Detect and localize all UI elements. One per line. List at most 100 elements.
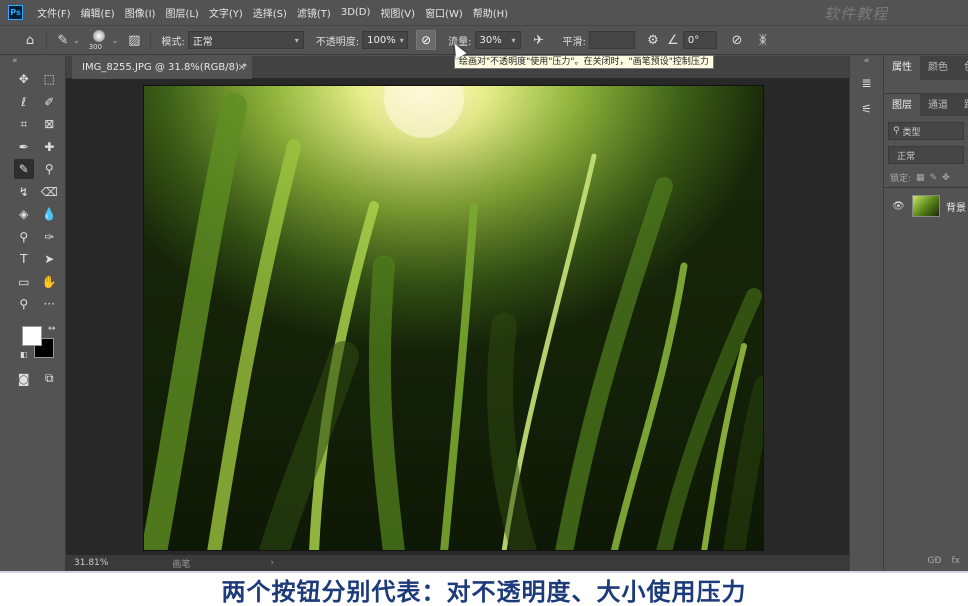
angle-input[interactable]: 0° (682, 31, 717, 49)
layer-thumbnail (912, 195, 940, 217)
subtitle-bar: 两个按钮分别代表：对不透明度、大小使用压力 (0, 571, 968, 606)
history-brush-tool-icon[interactable]: ↯ (14, 182, 34, 202)
rectangle-tool-icon[interactable]: ▭ (14, 272, 34, 292)
quick-select-tool-icon[interactable]: ✐ (40, 92, 60, 112)
type-tool-icon[interactable]: T (14, 249, 34, 269)
document-tab[interactable]: IMG_8255.JPG @ 31.8%(RGB/8) * × (72, 56, 252, 79)
eraser-tool-icon[interactable]: ⌫ (40, 182, 60, 202)
frame-tool-icon[interactable]: ⊠ (40, 114, 60, 134)
healing-brush-tool-icon[interactable]: ✚ (40, 137, 60, 157)
layers-footer: GĐ fx (884, 550, 968, 571)
size-pressure-button[interactable]: ⊘ (727, 30, 747, 50)
lock-pixels-icon[interactable]: ▦ (916, 173, 925, 183)
zoom-level[interactable]: 31.81% (74, 558, 108, 568)
menu-window[interactable]: 窗口(W) (420, 5, 468, 20)
brush-tool-preset-icon[interactable]: ✎ (53, 30, 73, 50)
photoshop-window: Ps 文件(F) 编辑(E) 图像(I) 图层(L) 文字(Y) 选择(S) 滤… (0, 0, 968, 606)
opacity-label: 不透明度: (315, 36, 360, 48)
airbrush-icon[interactable]: ✈ (529, 30, 549, 50)
move-tool-icon[interactable]: ✥ (14, 69, 34, 89)
menu-edit[interactable]: 编辑(E) (76, 5, 120, 20)
flow-input[interactable]: 30% ▾ (474, 31, 521, 49)
status-info: 画笔 (172, 559, 191, 570)
tab-properties[interactable]: 属性 (884, 56, 920, 80)
brush-tool-icon[interactable]: ✎ (14, 159, 34, 180)
smoothing-label: 平滑: (562, 36, 586, 48)
document-tab-title: IMG_8255.JPG @ 31.8%(RGB/8) * (82, 62, 248, 73)
lock-position-icon[interactable]: ✥ (942, 173, 950, 183)
menu-help[interactable]: 帮助(H) (468, 5, 513, 20)
swap-colors-icon[interactable]: ↔ (48, 324, 56, 334)
watermark: 软件教程 (823, 5, 888, 23)
gear-icon[interactable]: ⚙ (643, 30, 663, 50)
menu-layer[interactable]: 图层(L) (160, 5, 203, 20)
collapsed-panel-strip: « ≣ ⚟ (849, 56, 884, 571)
tab-channels[interactable]: 通道 (920, 94, 956, 116)
layer-filter-dropdown[interactable]: ⚲ 类型 (888, 122, 964, 140)
tools-panel: « ✥ ⬚ ℓ ✐ ⌗ ⊠ ✒ ✚ ✎ ⚲ ↯ ⌫ ◈ 💧 ⚲ ✑ T ➤ ▭ ✋ ⚲ ··· ↔ ◧… (0, 56, 66, 571)
subtitle-text: 两个按钮分别代表：对不透明度、大小使用压力 (221, 578, 747, 606)
home-icon[interactable]: ⌂ (20, 30, 40, 50)
path-select-tool-icon[interactable]: ➤ (40, 249, 60, 269)
divider (150, 30, 152, 50)
divider (46, 30, 47, 50)
brush-settings-toggle-icon[interactable]: ▨ (124, 30, 144, 50)
link-layers-icon[interactable]: GĐ (928, 556, 942, 566)
symmetry-butterfly-icon[interactable]: ᛤ (753, 30, 773, 50)
tab-swatches[interactable]: 色 (956, 56, 968, 80)
blend-mode-dropdown[interactable]: 正常 (888, 146, 964, 164)
close-icon[interactable]: × (238, 56, 246, 79)
default-colors-icon[interactable]: ◧ (20, 350, 28, 359)
menu-3d[interactable]: 3D(D) (336, 7, 376, 18)
hand-tool-icon[interactable]: ✋ (40, 272, 60, 292)
menu-select[interactable]: 选择(S) (248, 5, 292, 20)
paint-bucket-tool-icon[interactable]: ◈ (14, 204, 34, 224)
dodge-tool-icon[interactable]: ⚲ (14, 227, 34, 247)
fx-icon[interactable]: fx (952, 556, 961, 566)
menu-view[interactable]: 视图(V) (375, 5, 420, 20)
canvas-image[interactable] (143, 85, 764, 551)
tab-color[interactable]: 颜色 (920, 56, 956, 80)
lock-paint-icon[interactable]: ✎ (930, 173, 938, 183)
clone-stamp-tool-icon[interactable]: ⚲ (40, 159, 60, 179)
brush-presets-icon[interactable]: ⚟ (854, 98, 880, 120)
marquee-tool-icon[interactable]: ⬚ (40, 69, 60, 89)
chevron-down-icon: ▾ (399, 35, 404, 45)
eyedropper-tool-icon[interactable]: ✒ (14, 137, 34, 157)
menu-image[interactable]: 图像(I) (120, 5, 161, 20)
brush-size-value: 300 (88, 43, 103, 51)
crop-tool-icon[interactable]: ⌗ (14, 114, 34, 134)
quick-mask-icon[interactable]: ◙ (14, 369, 34, 389)
mode-dropdown[interactable]: 正常 ▾ (187, 31, 304, 49)
collapse-arrows-icon[interactable]: « (0, 56, 65, 68)
lasso-tool-icon[interactable]: ℓ (14, 92, 34, 112)
blur-tool-icon[interactable]: 💧 (40, 204, 60, 224)
brush-size-picker[interactable]: 300 (84, 27, 112, 53)
zoom-tool-icon[interactable]: ⚲ (14, 294, 34, 314)
screen-mode-icon[interactable]: ⧉ (40, 369, 60, 389)
opacity-input[interactable]: 100% ▾ (362, 31, 409, 49)
flow-value: 30% (479, 34, 502, 46)
lock-label: 锁定: (890, 174, 912, 184)
chevron-down-icon: ▾ (511, 35, 516, 45)
more-tools-icon[interactable]: ··· (40, 294, 60, 314)
properties-panel-tabs: 属性 颜色 色 (884, 56, 968, 80)
tab-paths[interactable]: 路 (956, 94, 968, 116)
foreground-color[interactable] (22, 325, 42, 346)
collapse-arrows-icon[interactable]: « (850, 56, 883, 68)
opacity-pressure-button[interactable]: ⊘ (416, 30, 437, 50)
chevron-down-icon[interactable]: ⌄ (73, 36, 80, 45)
menu-type[interactable]: 文字(Y) (204, 5, 248, 20)
chevron-down-icon[interactable]: ⌄ (112, 36, 119, 45)
menu-filter[interactable]: 滤镜(T) (292, 5, 336, 20)
tab-layers[interactable]: 图层 (884, 94, 920, 116)
layer-row[interactable]: 👁 背景 (884, 188, 968, 224)
smoothing-input[interactable] (588, 31, 635, 49)
pen-tool-icon[interactable]: ✑ (40, 227, 60, 247)
eye-icon[interactable]: 👁 (892, 201, 908, 212)
properties-body (884, 80, 968, 94)
brush-settings-icon[interactable]: ≣ (854, 72, 880, 94)
status-menu-arrow[interactable]: › (270, 558, 274, 568)
blend-mode-value: 正常 (897, 151, 916, 162)
menu-file[interactable]: 文件(F) (32, 5, 76, 20)
